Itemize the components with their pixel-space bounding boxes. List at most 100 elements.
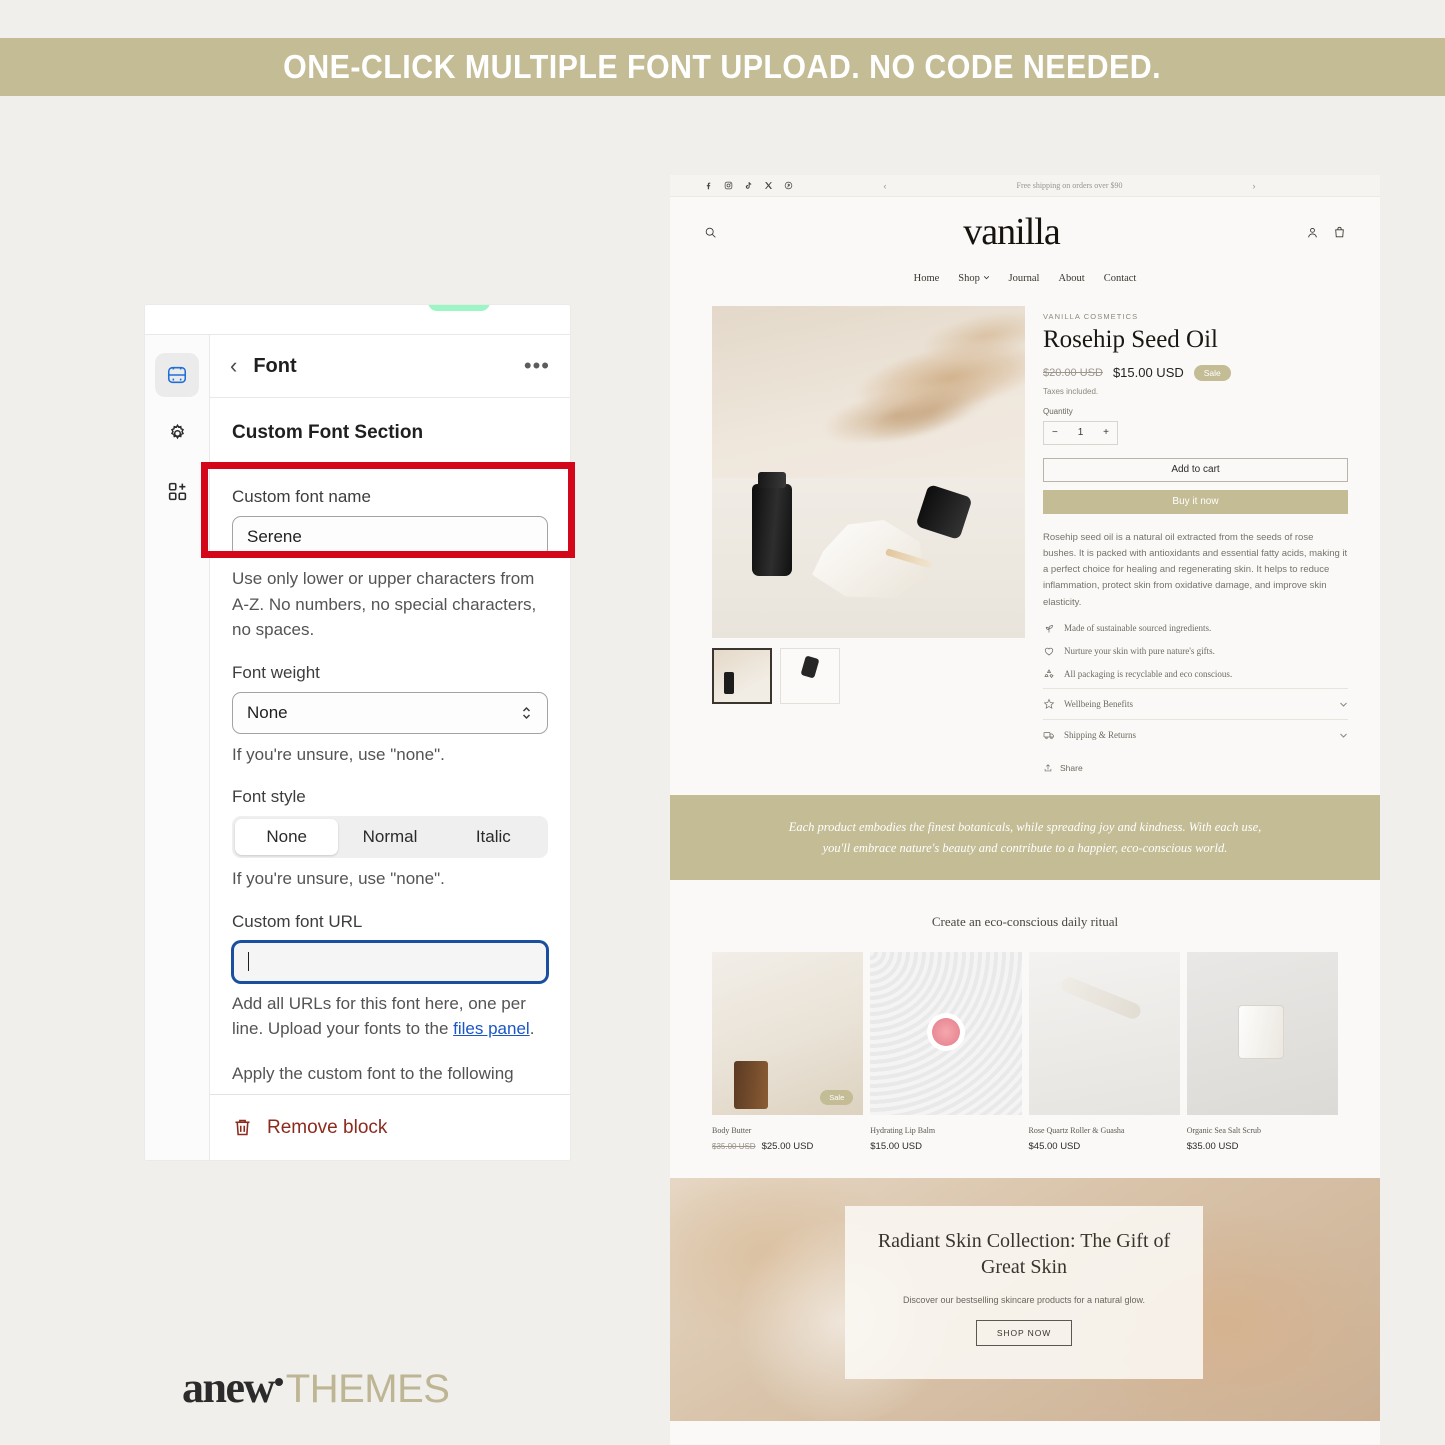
nav-item-journal[interactable]: Journal xyxy=(1009,273,1040,284)
main-navigation: Home Shop Journal About Contact xyxy=(914,273,1137,284)
product-card[interactable]: Sale Body Butter $35.00 USD $25.00 USD xyxy=(712,952,864,1153)
font-url-input[interactable] xyxy=(232,940,548,983)
nav-item-contact[interactable]: Contact xyxy=(1104,273,1137,284)
product-card[interactable]: Organic Sea Salt Scrub $35.00 USD xyxy=(1186,952,1338,1153)
font-name-input[interactable]: Serene xyxy=(232,516,548,558)
nav-item-about[interactable]: About xyxy=(1058,273,1084,284)
nav-item-shop[interactable]: Shop xyxy=(958,273,989,284)
shop-now-button[interactable]: SHOP NOW xyxy=(975,1319,1073,1346)
sidebar-item-apps[interactable] xyxy=(155,469,199,513)
quantity-label: Quantity xyxy=(1043,406,1073,416)
theme-editor-panel: ‹ Font ••• Custom Font Section Custom fo… xyxy=(145,305,570,1160)
hero-banner: Radiant Skin Collection: The Gift of Gre… xyxy=(670,1178,1380,1422)
x-icon[interactable] xyxy=(764,181,773,190)
announcement-bar: ‹ Free shipping on orders over $90 › xyxy=(670,175,1380,197)
storefront-preview: ‹ Free shipping on orders over $90 › van… xyxy=(670,175,1380,1445)
product-gallery xyxy=(712,306,1025,773)
accordion-wellbeing-benefits[interactable]: Wellbeing Benefits xyxy=(1043,688,1348,719)
nav-item-home[interactable]: Home xyxy=(914,273,940,284)
font-style-segmented-control: None Normal Italic xyxy=(232,816,548,858)
font-name-value: Serene xyxy=(247,527,302,546)
chevron-down-icon xyxy=(1339,700,1348,709)
sections-icon xyxy=(166,364,188,386)
sidebar-item-sections[interactable] xyxy=(155,353,199,397)
share-control[interactable]: Share xyxy=(1043,763,1348,773)
hero-title: Radiant Skin Collection: The Gift of Gre… xyxy=(877,1230,1171,1278)
font-url-label: Custom font URL xyxy=(232,911,363,931)
product-thumbnail-2[interactable] xyxy=(780,648,840,704)
overflow-menu-icon[interactable]: ••• xyxy=(524,355,550,377)
product-card-name: Rose Quartz Roller & Guasha xyxy=(1028,1126,1125,1136)
quantity-decrease-button[interactable]: − xyxy=(1052,427,1058,438)
quantity-increase-button[interactable]: + xyxy=(1103,427,1109,438)
font-weight-label: Font weight xyxy=(232,662,320,682)
brand-dot xyxy=(274,1378,283,1386)
product-card[interactable]: Rose Quartz Roller & Guasha $45.00 USD xyxy=(1028,952,1180,1152)
announcement-text: Free shipping on orders over $90 xyxy=(1016,181,1123,190)
sprout-icon xyxy=(1043,622,1055,634)
font-name-helper: Use only lower or upper characters from … xyxy=(232,569,537,639)
editor-sidebar-rail xyxy=(145,335,210,1160)
files-panel-link[interactable]: files panel xyxy=(453,1019,530,1038)
search-icon[interactable] xyxy=(704,226,717,239)
brand-name-dark: anew xyxy=(182,1363,275,1412)
back-chevron-icon[interactable]: ‹ xyxy=(230,355,237,377)
product-main-image[interactable] xyxy=(712,306,1025,638)
announcement-next-arrow[interactable]: › xyxy=(1252,181,1255,191)
account-icon[interactable] xyxy=(1306,226,1319,239)
oil-bottle xyxy=(752,472,792,576)
buy-it-now-button[interactable]: Buy it now xyxy=(1043,489,1348,514)
font-style-option-none[interactable]: None xyxy=(235,819,339,855)
accordion-wellbeing-label: Wellbeing Benefits xyxy=(1064,699,1134,710)
panel-footer: Remove block xyxy=(210,1094,570,1160)
product-info: VANILLA COSMETICS Rosehip Seed Oil $20.0… xyxy=(1043,306,1348,773)
product-card-image xyxy=(870,952,1022,1116)
product-card-price: $35.00 USD xyxy=(1186,1141,1239,1153)
product-grid: Sale Body Butter $35.00 USD $25.00 USD H… xyxy=(712,952,1338,1152)
font-weight-select[interactable]: None xyxy=(232,691,548,734)
sidebar-item-settings[interactable] xyxy=(155,411,199,455)
product-card-compare-price: $35.00 USD xyxy=(712,1142,756,1152)
add-to-cart-button[interactable]: Add to cart xyxy=(1043,457,1348,482)
text-caret xyxy=(248,952,249,971)
font-style-label: Font style xyxy=(232,787,306,806)
site-footer xyxy=(670,1421,1380,1445)
collection-title: Create an eco-conscious daily ritual xyxy=(931,914,1119,930)
social-links xyxy=(704,181,793,190)
cart-icon[interactable] xyxy=(1333,226,1346,239)
facebook-icon[interactable] xyxy=(704,181,713,190)
tiktok-icon[interactable] xyxy=(744,181,753,190)
product-card[interactable]: Hydrating Lip Balm $15.00 USD xyxy=(870,952,1022,1152)
heart-icon xyxy=(1043,645,1055,657)
editor-top-strip xyxy=(145,305,570,335)
font-style-option-normal[interactable]: Normal xyxy=(338,819,441,855)
product-thumbnails xyxy=(712,648,1025,704)
product-description: Rosehip seed oil is a natural oil extrac… xyxy=(1043,531,1348,608)
accordion-shipping-returns[interactable]: Shipping & Returns xyxy=(1043,719,1348,750)
product-thumbnail-1[interactable] xyxy=(712,648,772,704)
font-style-option-italic[interactable]: Italic xyxy=(442,819,545,855)
chevron-updown-icon xyxy=(520,704,533,722)
product-compare-price: $20.00 USD xyxy=(1043,366,1103,379)
product-feature-2-text: Nurture your skin with pure nature's gif… xyxy=(1064,646,1215,657)
announcement-prev-arrow[interactable]: ‹ xyxy=(884,181,887,191)
product-feature-2: Nurture your skin with pure nature's gif… xyxy=(1043,645,1348,657)
font-weight-value: None xyxy=(247,702,288,722)
instagram-icon[interactable] xyxy=(724,181,733,190)
pinterest-icon[interactable] xyxy=(784,181,793,190)
product-price-row: $20.00 USD $15.00 USD Sale xyxy=(1043,364,1348,381)
apps-blocks-icon xyxy=(167,481,188,502)
product-title: Rosehip Seed Oil xyxy=(1043,326,1218,353)
product-card-image xyxy=(1028,952,1180,1116)
product-price: $15.00 USD xyxy=(1112,365,1184,380)
brand-name-light: THEMES xyxy=(285,1367,450,1411)
chevron-down-icon xyxy=(983,273,990,284)
remove-block-button[interactable]: Remove block xyxy=(267,1117,387,1139)
product-feature-1-text: Made of sustainable sourced ingredients. xyxy=(1064,623,1212,634)
quantity-stepper[interactable]: − 1 + xyxy=(1043,420,1118,445)
product-card-image xyxy=(1186,952,1338,1116)
font-url-helper-post: . xyxy=(529,1019,535,1038)
product-card-price: $25.00 USD xyxy=(761,1141,814,1153)
site-logo[interactable]: vanilla xyxy=(963,213,1060,251)
product-feature-1: Made of sustainable sourced ingredients. xyxy=(1043,622,1348,634)
